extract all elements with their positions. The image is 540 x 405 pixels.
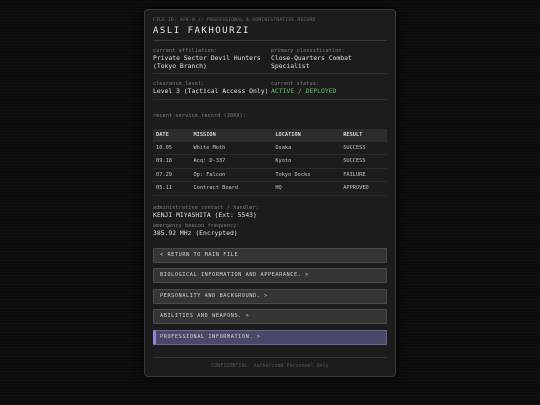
cell-result: APPROVED <box>340 181 387 196</box>
table-row: 05.11 Contract Board HQ APPROVED <box>153 181 387 196</box>
bio-info-button[interactable]: BIOLOGICAL INFORMATION AND APPEARANCE. > <box>153 268 387 283</box>
page-title: ASLI FAKHOURZI <box>153 26 387 41</box>
clearance-field: clearance level: Level 3 (Tactical Acces… <box>153 81 269 96</box>
cell-result: SUCCESS <box>340 141 387 155</box>
cell-result: SUCCESS <box>340 154 387 169</box>
column-header-location: LOCATION <box>272 128 341 142</box>
personnel-file-panel: FILE ID: AFK-8 // PROFESSIONAL & ADMINIS… <box>144 9 396 377</box>
clearance-value: Level 3 (Tactical Access Only) <box>153 87 269 95</box>
file-id: FILE ID: AFK-8 // PROFESSIONAL & ADMINIS… <box>153 18 316 23</box>
table-header-row: DATE MISSION LOCATION RESULT <box>153 128 387 142</box>
status-field: current status: ACTIVE / DEPLOYED <box>271 81 387 96</box>
professional-info-button[interactable]: PROFESSIONAL INFORMATION. > <box>153 329 387 345</box>
cell-date: 10.05 <box>153 141 191 155</box>
handler-label: administrative contact / handler: <box>153 204 259 211</box>
cell-mission: Contract Board <box>190 181 273 196</box>
affiliation-value: Private Sector Devil Hunters (Tokyo Bran… <box>153 54 261 70</box>
column-header-result: RESULT <box>340 128 387 142</box>
classification-value: Close-Quarters Combat Specialist <box>271 54 352 70</box>
info-row-2: clearance level: Level 3 (Tactical Acces… <box>153 81 387 96</box>
cell-mission: Op: Falcon <box>190 168 273 182</box>
table-row: 10.05 White Moth Osaka SUCCESS <box>153 141 387 155</box>
cell-date: 05.11 <box>153 181 191 196</box>
divider <box>153 98 387 100</box>
cell-date: 07.29 <box>153 168 191 182</box>
divider <box>153 73 387 74</box>
cell-date: 09.18 <box>153 154 191 169</box>
info-row-1: current affiliation: Private Sector Devi… <box>153 48 387 70</box>
service-record-label: recent service record (20XX): <box>153 112 247 119</box>
column-header-date: DATE <box>153 128 191 142</box>
beacon-frequency: emergency beacon frequency: 385.92 MHz (… <box>153 223 387 238</box>
classification-field: primary classification: Close-Quarters C… <box>271 48 387 70</box>
cell-location: Osaka <box>272 141 341 155</box>
beacon-value: 385.92 MHz (Encrypted) <box>153 229 238 237</box>
cell-mission: White Moth <box>190 141 273 155</box>
status-badge: ACTIVE / DEPLOYED <box>271 87 337 95</box>
cell-location: HQ <box>272 181 341 196</box>
abilities-weapons-button[interactable]: ABILITIES AND WEAPONS. > <box>153 309 387 324</box>
cell-result: FAILURE <box>340 168 387 182</box>
handler-contact: administrative contact / handler: KENJI … <box>153 205 387 220</box>
cell-location: Tokyo Docks <box>272 168 341 182</box>
cell-mission: Acq: D-337 <box>190 154 273 169</box>
column-header-mission: MISSION <box>190 128 273 142</box>
personality-background-button[interactable]: PERSONALITY AND BACKGROUND. > <box>153 288 387 304</box>
service-record-table: DATE MISSION LOCATION RESULT 10.05 White… <box>153 128 387 196</box>
affiliation-field: current affiliation: Private Sector Devi… <box>153 48 269 70</box>
table-row: 09.18 Acq: D-337 Kyoto SUCCESS <box>153 154 387 169</box>
cell-location: Kyoto <box>272 154 341 169</box>
handler-value: KENJI MIYASHITA (Ext: 5543) <box>153 210 257 219</box>
table-row: 07.29 Op: Falcon Tokyo Docks FAILURE <box>153 168 387 182</box>
return-to-main-file-button[interactable]: < RETURN TO MAIN FILE <box>153 247 387 263</box>
confidential-footer: CONFIDENTIAL: Authorized Personnel Only <box>153 357 387 369</box>
